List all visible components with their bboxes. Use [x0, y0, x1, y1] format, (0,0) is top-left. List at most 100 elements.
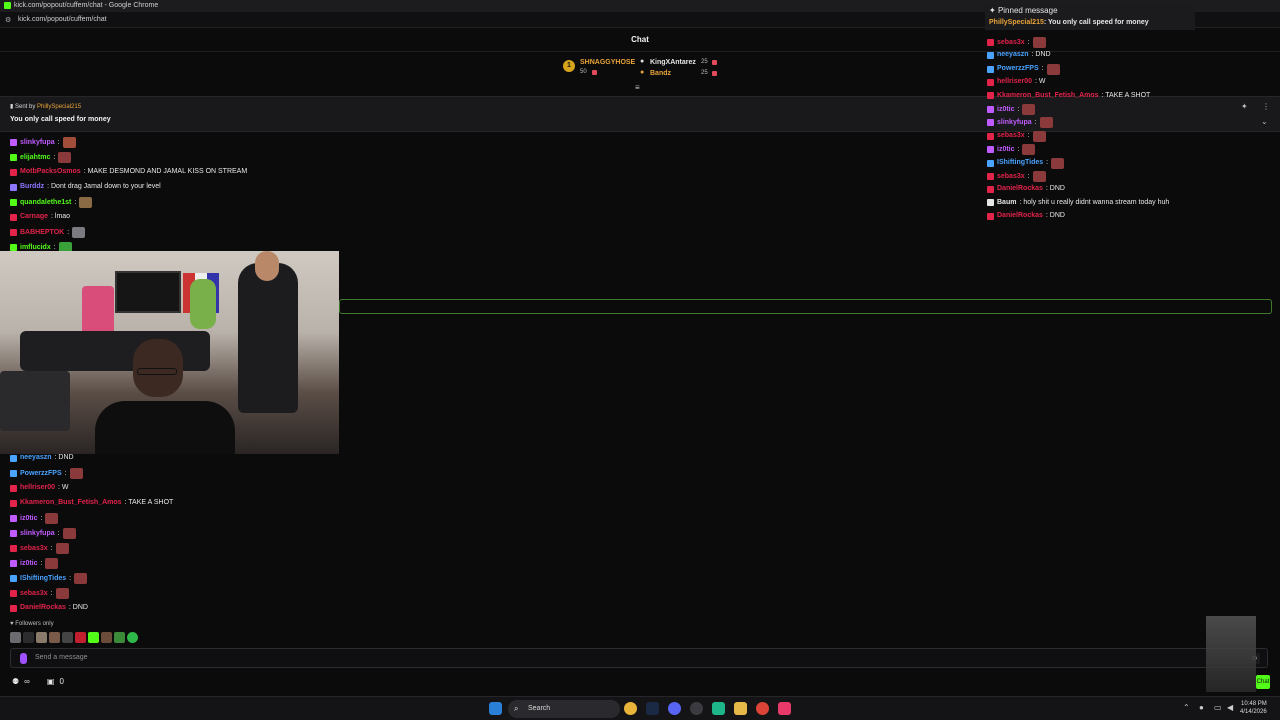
user-badge-icon: [10, 484, 17, 492]
chat-username[interactable]: MotbPacksOsmos: [20, 167, 81, 177]
chat-message: hellriser00: W: [10, 483, 69, 493]
chat-username[interactable]: neeyaszn: [20, 453, 52, 463]
chat-emote: [1022, 104, 1036, 115]
people-icon[interactable]: ⚉: [12, 677, 19, 686]
chat-username[interactable]: BABHEPTOK: [20, 228, 64, 238]
pinned-message-bar[interactable]: ▮ Sent by PhillySpecial215 You only call…: [0, 96, 1280, 132]
chat-username[interactable]: hellriser00: [997, 77, 1032, 87]
user-badge-icon: [10, 560, 17, 567]
more-options-icon[interactable]: ⋮: [1262, 102, 1270, 111]
chat-username[interactable]: iz0tic: [20, 559, 38, 569]
chat-message-text: : TAKE A SHOT: [1101, 91, 1151, 99]
chat-username[interactable]: Burddz: [20, 182, 44, 192]
emote[interactable]: [88, 632, 99, 643]
network-icon[interactable]: ▭: [1214, 703, 1222, 712]
chat-username[interactable]: sebas3x: [997, 172, 1025, 182]
chat-username[interactable]: slinkyfupa: [20, 529, 55, 539]
chat-message-text: : MAKE DESMOND AND JAMAL KISS ON STREAM: [83, 168, 248, 175]
windows-start-icon[interactable]: [489, 702, 502, 715]
chat-username[interactable]: IShiftingTides: [20, 574, 66, 584]
unpin-icon[interactable]: ✦: [1241, 102, 1248, 111]
webcam-video[interactable]: [0, 251, 339, 454]
discord-icon[interactable]: [668, 702, 681, 715]
gift-box-icon[interactable]: ▣: [47, 677, 55, 686]
chevron-down-icon[interactable]: ⌄: [1261, 117, 1268, 126]
chat-message: iz0tic:: [10, 558, 59, 569]
leaderboard-third-name[interactable]: Bandz: [650, 70, 671, 77]
emote[interactable]: [75, 632, 86, 643]
chrome-icon[interactable]: [624, 702, 637, 715]
chat-username[interactable]: PowerzzFPS: [20, 469, 62, 479]
emote[interactable]: [101, 632, 112, 643]
chat-message-text: : W: [58, 484, 69, 491]
chat-username[interactable]: Carnage: [20, 212, 48, 222]
emote[interactable]: [10, 632, 21, 643]
user-badge-icon: [10, 454, 17, 462]
chat-username[interactable]: quandalethe1st: [20, 198, 71, 208]
app-icon[interactable]: [712, 702, 725, 715]
chat-username[interactable]: iz0tic: [997, 105, 1015, 115]
sent-by-user[interactable]: PhillySpecial215: [37, 104, 81, 110]
video-tv: [115, 271, 181, 313]
chat-username[interactable]: Kkameron_Bust_Fetish_Amos: [20, 498, 122, 508]
clock[interactable]: 10:48 PM 4/14/2026: [1240, 700, 1267, 716]
obs-icon[interactable]: [690, 702, 703, 715]
chat-username[interactable]: sebas3x: [20, 544, 48, 554]
app-pink-icon[interactable]: [778, 702, 791, 715]
chat-username[interactable]: neeyaszn: [997, 50, 1029, 60]
tray-mic-icon[interactable]: ●: [1199, 703, 1204, 712]
chat-separator: :: [69, 574, 72, 582]
emote[interactable]: [127, 632, 138, 643]
user-badge-icon: [10, 590, 17, 597]
chat-message: elijahtmc:: [10, 152, 72, 163]
chat-input[interactable]: Send a message ☺: [10, 648, 1268, 668]
chat-username[interactable]: DanielRockas: [20, 603, 66, 613]
tray-chevron-icon[interactable]: ⌃: [1183, 703, 1190, 712]
chat-message: DanielRockas: DND: [987, 184, 1065, 194]
send-chat-button[interactable]: Chat: [1256, 675, 1270, 689]
chat-username[interactable]: slinkyfupa: [20, 138, 55, 148]
video-streamer-body: [95, 401, 235, 454]
chat-username[interactable]: elijahtmc: [20, 153, 50, 163]
file-explorer-icon[interactable]: [734, 702, 747, 715]
taskbar-search[interactable]: ⌕ Search: [508, 700, 620, 718]
microphone-icon[interactable]: [20, 653, 27, 664]
chat-username[interactable]: DanielRockas: [997, 184, 1043, 194]
chat-username[interactable]: Kkameron_Bust_Fetish_Amos: [997, 91, 1099, 101]
chat-username[interactable]: sebas3x: [997, 131, 1025, 141]
emote[interactable]: [36, 632, 47, 643]
volume-icon[interactable]: ◀: [1227, 703, 1233, 712]
chat-username[interactable]: iz0tic: [20, 514, 38, 524]
video-head-figure: [255, 251, 279, 281]
emote[interactable]: [114, 632, 125, 643]
chat-separator: :: [1017, 105, 1020, 113]
site-settings-icon[interactable]: ⚙: [5, 16, 13, 24]
emote[interactable]: [49, 632, 60, 643]
emote[interactable]: [62, 632, 73, 643]
url-text[interactable]: kick.com/popout/cuffem/chat: [18, 16, 107, 23]
chat-emote: [74, 573, 88, 584]
emote-bar[interactable]: [10, 632, 138, 643]
leaderboard-second-name[interactable]: KingXAntarez: [650, 59, 696, 66]
chat-username[interactable]: sebas3x: [997, 38, 1025, 48]
chat-username[interactable]: sebas3x: [20, 589, 48, 599]
leaderboard-top-name[interactable]: SHNAGGYHOSE: [580, 59, 635, 66]
chat-username[interactable]: slinkyfupa: [997, 118, 1032, 128]
steam-icon[interactable]: [646, 702, 659, 715]
chat-username[interactable]: hellriser00: [20, 483, 55, 493]
leaderboard-top-count: 50: [580, 69, 587, 75]
user-badge-icon: [10, 499, 17, 507]
emote[interactable]: [23, 632, 34, 643]
chat-username[interactable]: DanielRockas: [997, 211, 1043, 221]
chat-username[interactable]: iz0tic: [997, 145, 1015, 155]
chat-username[interactable]: IShiftingTides: [997, 158, 1043, 168]
chat-username[interactable]: Baum: [997, 198, 1016, 208]
chat-separator: :: [64, 469, 67, 477]
collapse-leaderboard-icon[interactable]: ≡: [635, 83, 640, 92]
overlay-pinned-text: : You only call speed for money: [1043, 19, 1149, 26]
video-standing-person: [238, 263, 298, 413]
chrome-active-icon[interactable]: [756, 702, 769, 715]
chat-username[interactable]: PowerzzFPS: [997, 64, 1039, 74]
pin-icon: ▮: [10, 104, 14, 110]
user-badge-icon: [987, 51, 994, 59]
